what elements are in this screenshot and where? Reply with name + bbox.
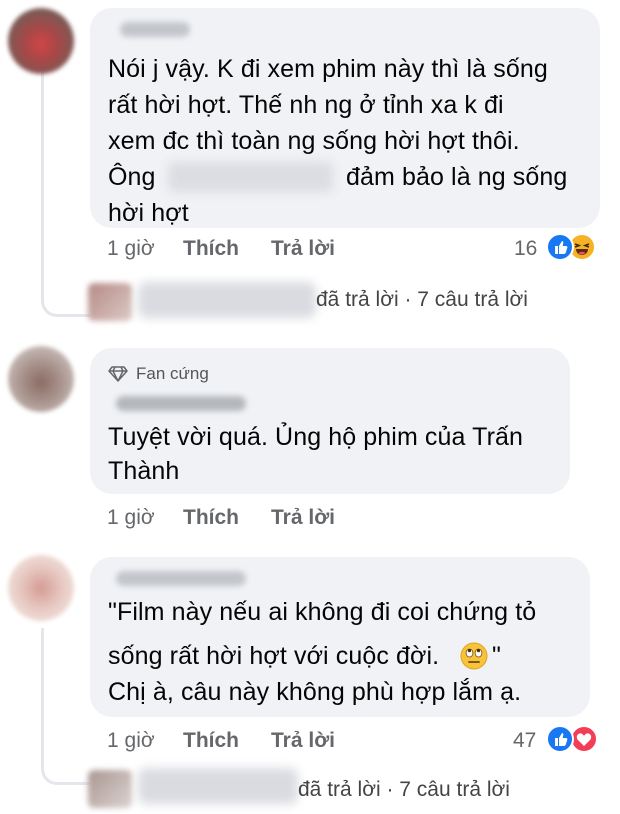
like-button[interactable]: Thích [183,237,239,261]
reply-names[interactable] [138,282,316,318]
thread-connector-3 [41,758,90,785]
comment-line: rất hời hợt. Thế nh ng ở tỉnh xa k đi [108,91,504,119]
like-button[interactable]: Thích [183,729,239,753]
reply-names[interactable] [138,768,298,804]
commenter-name[interactable] [120,22,190,37]
like-icon[interactable] [546,233,574,261]
comment-line: " [492,642,501,670]
comment-bubble: Fan cứng Tuyệt vời quá. Ủng hộ phim của … [90,348,570,494]
badge-label: Fan cứng [136,364,209,383]
avatar[interactable] [8,346,74,412]
commenter-name[interactable] [116,571,246,586]
timestamp[interactable]: 1 giờ [107,506,155,530]
comment-line: hời hợt [108,199,189,227]
comment-line: Ông [108,163,156,191]
reaction-count[interactable]: 47 [513,729,536,753]
comment-bubble: "Film này nếu ai không đi coi chứng tỏ s… [90,557,590,717]
view-replies-link[interactable]: đã trả lời · 7 câu trả lời [298,778,510,802]
timestamp[interactable]: 1 giờ [107,237,155,261]
comment-line: đảm bảo là ng sống [346,163,568,191]
timestamp[interactable]: 1 giờ [107,729,155,753]
avatar[interactable] [8,555,74,621]
reply-avatar[interactable] [88,770,132,808]
comment-line: sống rất hời hợt với cuộc đời. [108,642,440,670]
redacted-name [168,162,333,192]
reply-button[interactable]: Trả lời [271,506,335,530]
thread-line-3 [41,628,44,768]
comment-line: "Film này nếu ai không đi coi chứng tỏ [108,598,537,626]
thread-connector-1 [41,290,90,317]
like-button[interactable]: Thích [183,506,239,530]
comment-bubble: Nói j vậy. K đi xem phim này thì là sống… [90,8,600,228]
reaction-count[interactable]: 16 [514,237,537,261]
diamond-icon [108,366,128,382]
comment-line: xem đc thì toàn ng sống hời hợt thôi. [108,127,520,155]
reply-button[interactable]: Trả lời [271,729,335,753]
comment-line: Nói j vậy. K đi xem phim này thì là sống [108,55,548,83]
fan-badge[interactable]: Fan cứng [108,364,209,384]
reply-avatar[interactable] [88,283,132,321]
comment-line: Tuyệt vời quá. Ủng hộ phim của Trấn [108,423,524,451]
comment-line: Chị à, câu này không phù hợp lắm ạ. [108,678,522,706]
view-replies-link[interactable]: đã trả lời · 7 câu trả lời [316,288,528,312]
eye-roll-emoji [460,642,488,670]
thread-line-1 [41,70,44,296]
comment-line: Thành [108,457,180,485]
commenter-name[interactable] [116,396,246,411]
avatar[interactable] [8,8,74,74]
reply-button[interactable]: Trả lời [271,237,335,261]
like-icon[interactable] [546,725,574,753]
love-icon[interactable] [570,725,598,753]
